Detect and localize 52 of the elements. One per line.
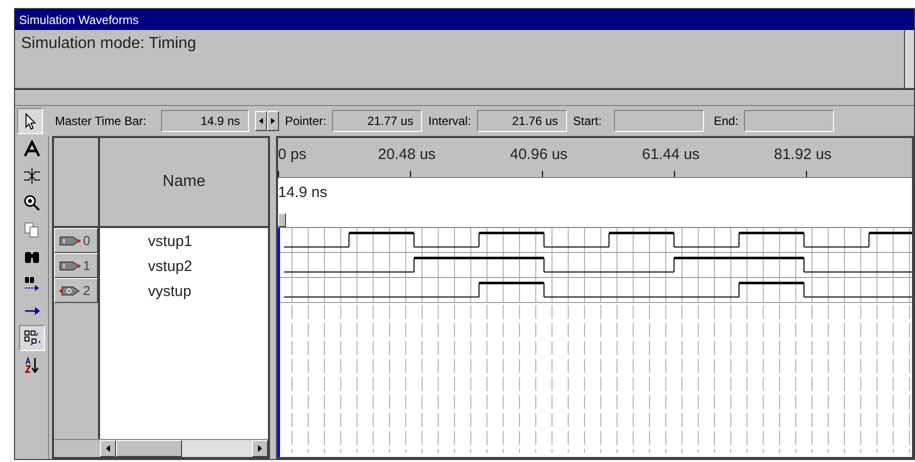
scroll-left-button[interactable] — [100, 440, 116, 457]
grid-icon — [22, 329, 40, 347]
start-field[interactable] — [614, 110, 704, 132]
scroll-right-button[interactable] — [252, 440, 268, 457]
signal-name[interactable]: vstup1 — [100, 230, 268, 255]
text-icon — [22, 140, 40, 158]
signal-number-tab[interactable]: 2 — [54, 278, 98, 303]
signal-number: 0 — [83, 232, 90, 250]
message-text: Simulation mode: Timing — [20, 34, 198, 54]
time-tick-label: 0 ps — [278, 145, 306, 165]
caret-left-icon — [106, 445, 110, 452]
input-pin-icon — [59, 236, 81, 246]
time-marker-label: 14.9 ns — [278, 183, 328, 203]
pointer-label: Pointer: — [285, 113, 326, 130]
find-next-icon — [22, 275, 40, 293]
sort-icon — [22, 356, 40, 374]
scrollbar[interactable] — [904, 30, 914, 88]
signal-number: 2 — [83, 282, 90, 300]
signal-name[interactable]: vstup2 — [100, 255, 268, 280]
time-tick-label: 40.96 us — [510, 145, 568, 165]
zoom-icon — [22, 194, 40, 212]
horizontal-scrollbar[interactable] — [100, 440, 268, 457]
end-field[interactable] — [744, 110, 834, 132]
time-tick-label: 20.48 us — [378, 145, 436, 165]
waveform-icon — [22, 167, 40, 185]
interval-field[interactable]: 21.76 us — [477, 110, 568, 132]
caret-right-icon — [271, 118, 275, 124]
window-title: Simulation Waveforms — [15, 9, 914, 30]
pointer-field[interactable]: 21.77 us — [332, 110, 422, 132]
output-pin-icon — [59, 286, 81, 296]
interval-label: Interval: — [428, 113, 472, 130]
caret-left-icon — [259, 118, 263, 124]
tool-button[interactable] — [17, 108, 43, 134]
next-button[interactable] — [267, 111, 279, 131]
scroll-thumb[interactable] — [116, 440, 182, 457]
signal-name[interactable]: vystup — [100, 280, 268, 305]
time-tick-label: 81.92 us — [774, 145, 832, 165]
signal-number: 1 — [83, 256, 90, 275]
time-tick-label: 61.44 us — [642, 145, 700, 165]
caret-right-icon — [258, 445, 262, 452]
start-label: Start: — [573, 113, 602, 130]
name-column-header[interactable]: Name — [100, 138, 268, 226]
master-time-field[interactable]: 14.9 ns — [161, 110, 249, 132]
time-marker-handle[interactable] — [278, 213, 286, 227]
previous-button[interactable] — [255, 111, 267, 131]
input-pin-icon — [59, 260, 81, 270]
end-label: End: — [714, 113, 738, 130]
signal-number-tab[interactable]: 1 — [54, 253, 98, 278]
tool-button[interactable] — [18, 325, 44, 351]
signal-number-tab[interactable]: 0 — [54, 228, 98, 253]
master-time-bar-label: Master Time Bar: — [55, 113, 148, 130]
copy-icon — [22, 221, 40, 239]
